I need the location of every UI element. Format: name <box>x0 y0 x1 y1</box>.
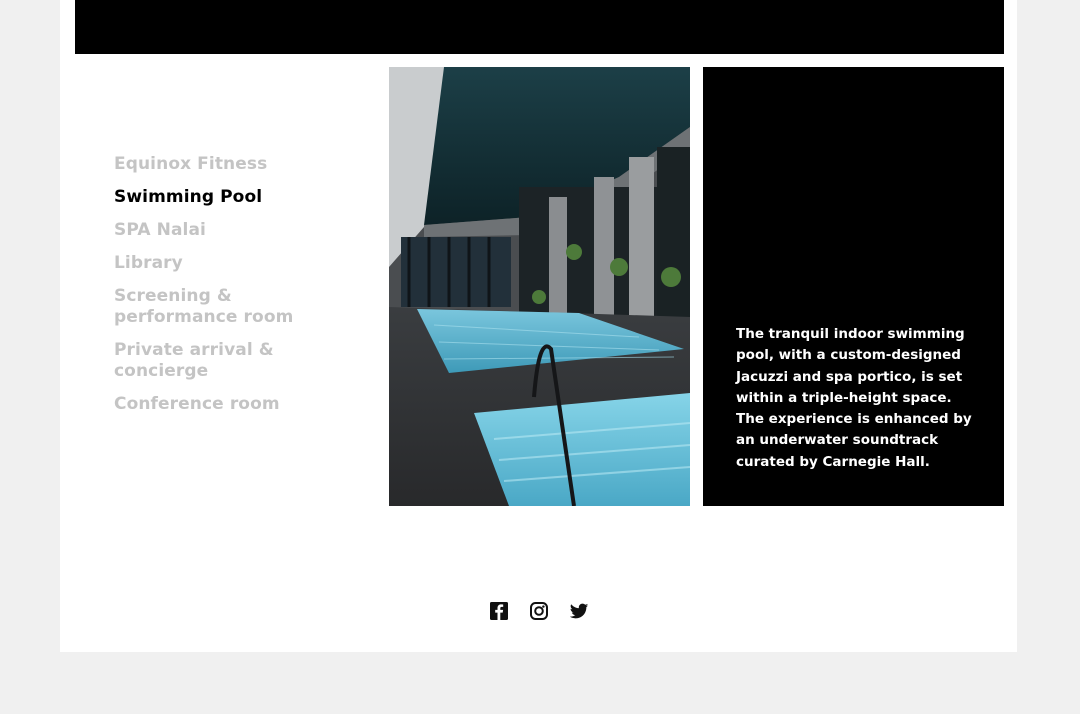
top-banner-image <box>75 0 1004 54</box>
nav-item-conference-room[interactable]: Conference room <box>114 394 314 415</box>
nav-item-private-arrival[interactable]: Private arrival & concierge <box>114 340 314 382</box>
amenity-nav: Equinox Fitness Swimming Pool SPA Nalai … <box>114 154 314 427</box>
social-links <box>488 600 598 624</box>
nav-item-spa-nalai[interactable]: SPA Nalai <box>114 220 314 241</box>
pool-photo-illustration <box>389 67 690 506</box>
description-text: The tranquil indoor swimming pool, with … <box>736 325 972 470</box>
nav-item-equinox-fitness[interactable]: Equinox Fitness <box>114 154 314 175</box>
nav-item-library[interactable]: Library <box>114 253 314 274</box>
description-panel: The tranquil indoor swimming pool, with … <box>703 67 1004 506</box>
instagram-icon[interactable] <box>528 600 550 622</box>
facebook-icon[interactable] <box>488 600 510 622</box>
twitter-icon[interactable] <box>568 600 590 622</box>
nav-item-swimming-pool[interactable]: Swimming Pool <box>114 187 314 208</box>
nav-item-screening-room[interactable]: Screening & performance room <box>114 286 314 328</box>
pool-photo <box>389 67 690 506</box>
